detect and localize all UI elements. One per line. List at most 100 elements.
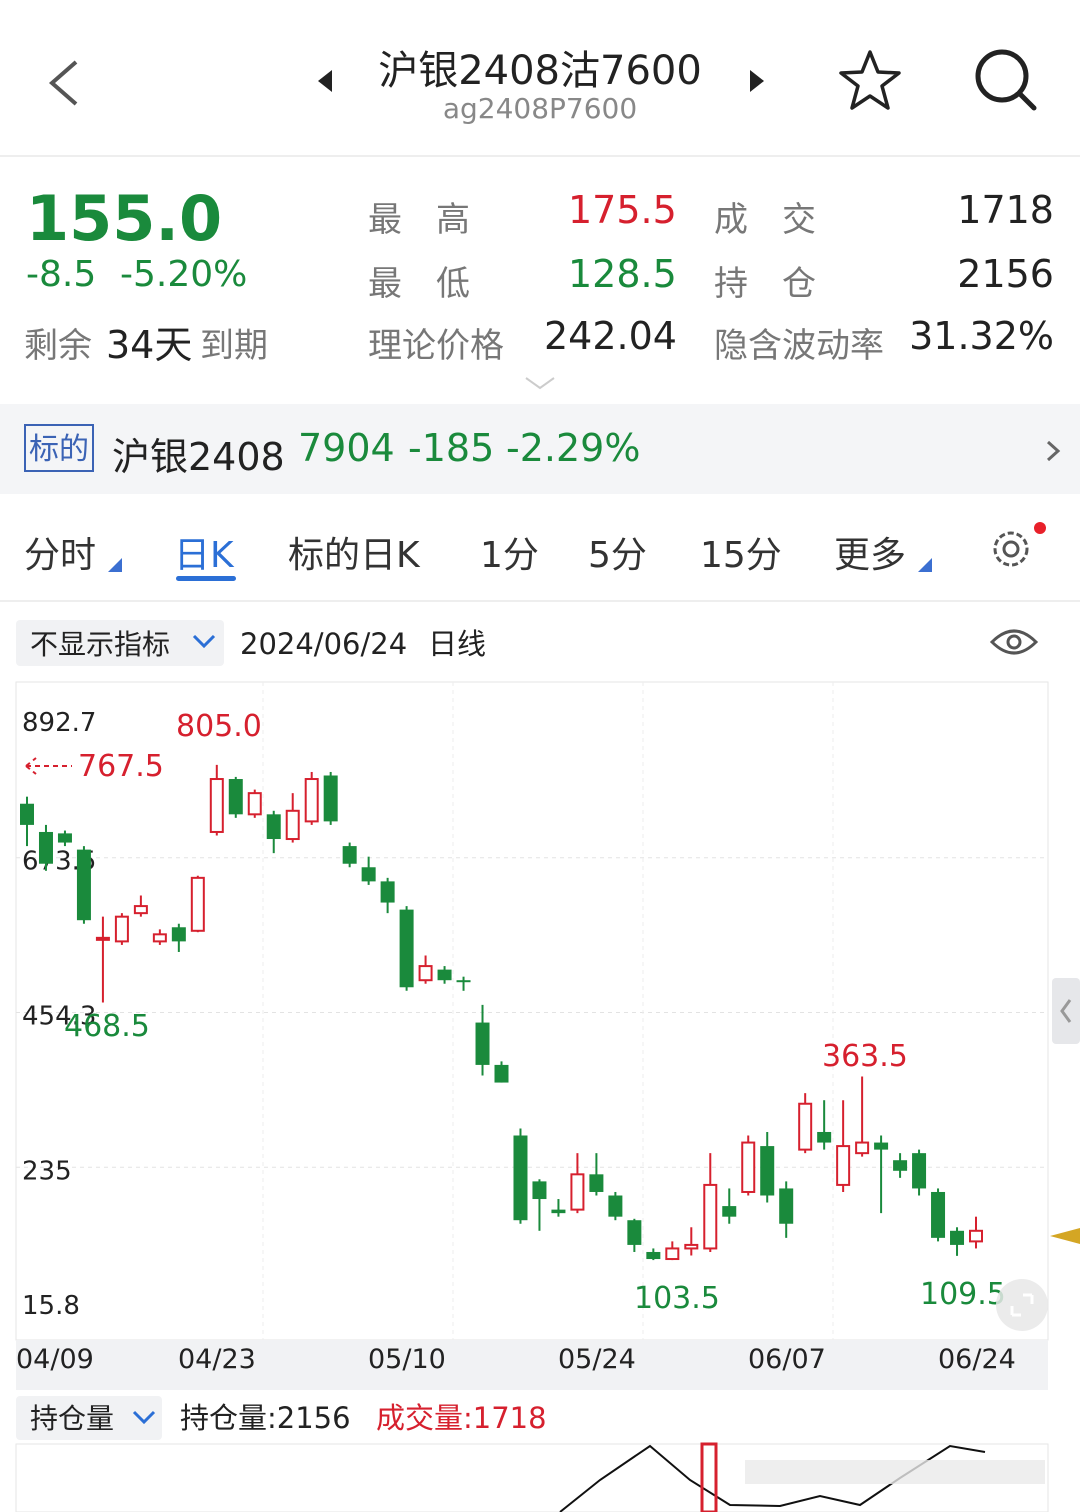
candle-body: [285, 809, 300, 841]
candle-body: [76, 849, 91, 921]
candle-body: [798, 1102, 813, 1151]
fullscreen-button[interactable]: [996, 1279, 1048, 1331]
underlying-bar[interactable]: 标的 沪银2408 7904 -185 -2.29%: [0, 404, 1080, 494]
tab-intraday[interactable]: 分时: [24, 526, 96, 578]
underlying-name: 沪银2408: [112, 435, 285, 479]
candle-body: [570, 1173, 585, 1211]
candle-body: [57, 833, 72, 843]
x-tick-label: 06/24: [938, 1344, 1016, 1375]
top-bar: 沪银2408沽7600 ag2408P7600: [0, 0, 1080, 157]
candle-body: [950, 1230, 965, 1245]
candle-body: [627, 1220, 642, 1245]
candle: [608, 1191, 623, 1221]
tab-1min[interactable]: 1分: [480, 526, 539, 578]
plot-area: [15, 681, 1049, 1341]
y-tick-label: 235: [22, 1156, 72, 1186]
candle-body: [323, 775, 338, 822]
volume-readout: 成交量:1718: [376, 1401, 547, 1435]
candle-body: [304, 778, 319, 823]
candle: [741, 1135, 756, 1196]
candle-body: [532, 1181, 547, 1200]
iv-label: 隐含波动率: [714, 326, 884, 366]
expand-chevron-icon[interactable]: [522, 374, 558, 392]
annotation-low-right: 109.5: [920, 1277, 1006, 1312]
x-tick-label: 04/23: [178, 1344, 256, 1375]
high-label: 最 高: [368, 200, 470, 240]
candle-body: [779, 1188, 794, 1224]
candle-body: [399, 909, 414, 988]
candle-body: [836, 1145, 851, 1186]
candle-body: [247, 792, 262, 816]
underlying-change-pct: -2.29%: [506, 426, 641, 470]
tab-daily-k[interactable]: 日K: [174, 526, 234, 578]
price-change: -8.5: [26, 254, 97, 295]
gear-icon[interactable]: [986, 522, 1046, 574]
candle-body: [209, 778, 224, 833]
candle-body: [665, 1247, 680, 1261]
candle-body: [817, 1131, 832, 1143]
candle: [399, 906, 414, 991]
tab-underlying-daily-k[interactable]: 标的日K: [288, 526, 420, 578]
y-tick-label: 15.8: [22, 1291, 80, 1321]
notification-dot-icon: [1034, 522, 1046, 534]
underlying-price: 7904: [298, 426, 395, 470]
annotation-low-left: 468.5: [64, 1009, 150, 1044]
x-axis-band: [16, 1340, 1048, 1390]
candle: [931, 1188, 946, 1242]
candle-body: [589, 1174, 604, 1192]
page-title: 沪银2408沽7600: [378, 48, 702, 94]
kline-chart[interactable]: 不显示指标 2024/06/24 日线 892.7673.5454.323515…: [0, 600, 1080, 1512]
iv-value: 31.32%: [909, 314, 1054, 358]
x-tick-label: 05/10: [368, 1344, 446, 1375]
candle-body: [266, 814, 281, 840]
tab-more[interactable]: 更多: [834, 526, 906, 578]
underlying-tag: 标的: [24, 424, 94, 472]
candle-body: [20, 803, 34, 825]
candle-body: [893, 1160, 908, 1171]
eye-icon[interactable]: [989, 629, 1039, 655]
candle: [247, 789, 262, 818]
candle-body: [38, 831, 53, 864]
remaining-prefix: 剩余: [24, 326, 92, 366]
candle-body: [684, 1243, 699, 1250]
volume-label: 成 交: [714, 200, 816, 240]
candle-body: [95, 936, 110, 941]
next-contract-icon[interactable]: [746, 68, 766, 94]
candle-body: [342, 846, 357, 864]
dropdown-corner-icon: [108, 558, 122, 572]
theory-label: 理论价格: [368, 326, 504, 366]
oi-value: 2156: [957, 252, 1054, 296]
candle-body: [969, 1229, 983, 1243]
period-tabs: 分时 日K 标的日K 1分 5分 15分 更多: [0, 500, 1080, 602]
high-value: 175.5: [568, 188, 677, 232]
candle-body: [741, 1141, 756, 1193]
x-tick-label: 06/07: [748, 1344, 826, 1375]
candle-body: [513, 1135, 528, 1221]
candle-body: [722, 1206, 737, 1217]
tab-5min[interactable]: 5分: [588, 526, 647, 578]
tab-15min[interactable]: 15分: [700, 526, 782, 578]
chevron-right-icon: [1046, 440, 1061, 462]
annotation-high: 805.0: [176, 709, 262, 744]
remaining-days: 34天: [106, 323, 193, 367]
candle-body: [874, 1142, 889, 1150]
chart-period: 日线: [428, 627, 486, 661]
candle: [114, 913, 129, 945]
annotation-low-mid: 103.5: [634, 1281, 720, 1316]
star-icon[interactable]: [836, 48, 904, 114]
candle: [342, 842, 357, 868]
candle-body: [380, 881, 395, 903]
volume-value: 1718: [957, 188, 1054, 232]
oi-label: 持 仓: [714, 264, 816, 304]
candle-body: [456, 980, 471, 983]
watermark-overlay: [745, 1460, 1045, 1484]
candle-body: [703, 1183, 718, 1250]
candle: [304, 771, 319, 825]
candle-body: [912, 1153, 927, 1189]
side-panel-handle[interactable]: [1052, 978, 1080, 1044]
candle-body: [361, 867, 376, 882]
candle-body: [494, 1064, 509, 1083]
annotation-high-right: 363.5: [822, 1039, 908, 1074]
candle: [190, 875, 205, 933]
search-icon[interactable]: [972, 46, 1040, 114]
